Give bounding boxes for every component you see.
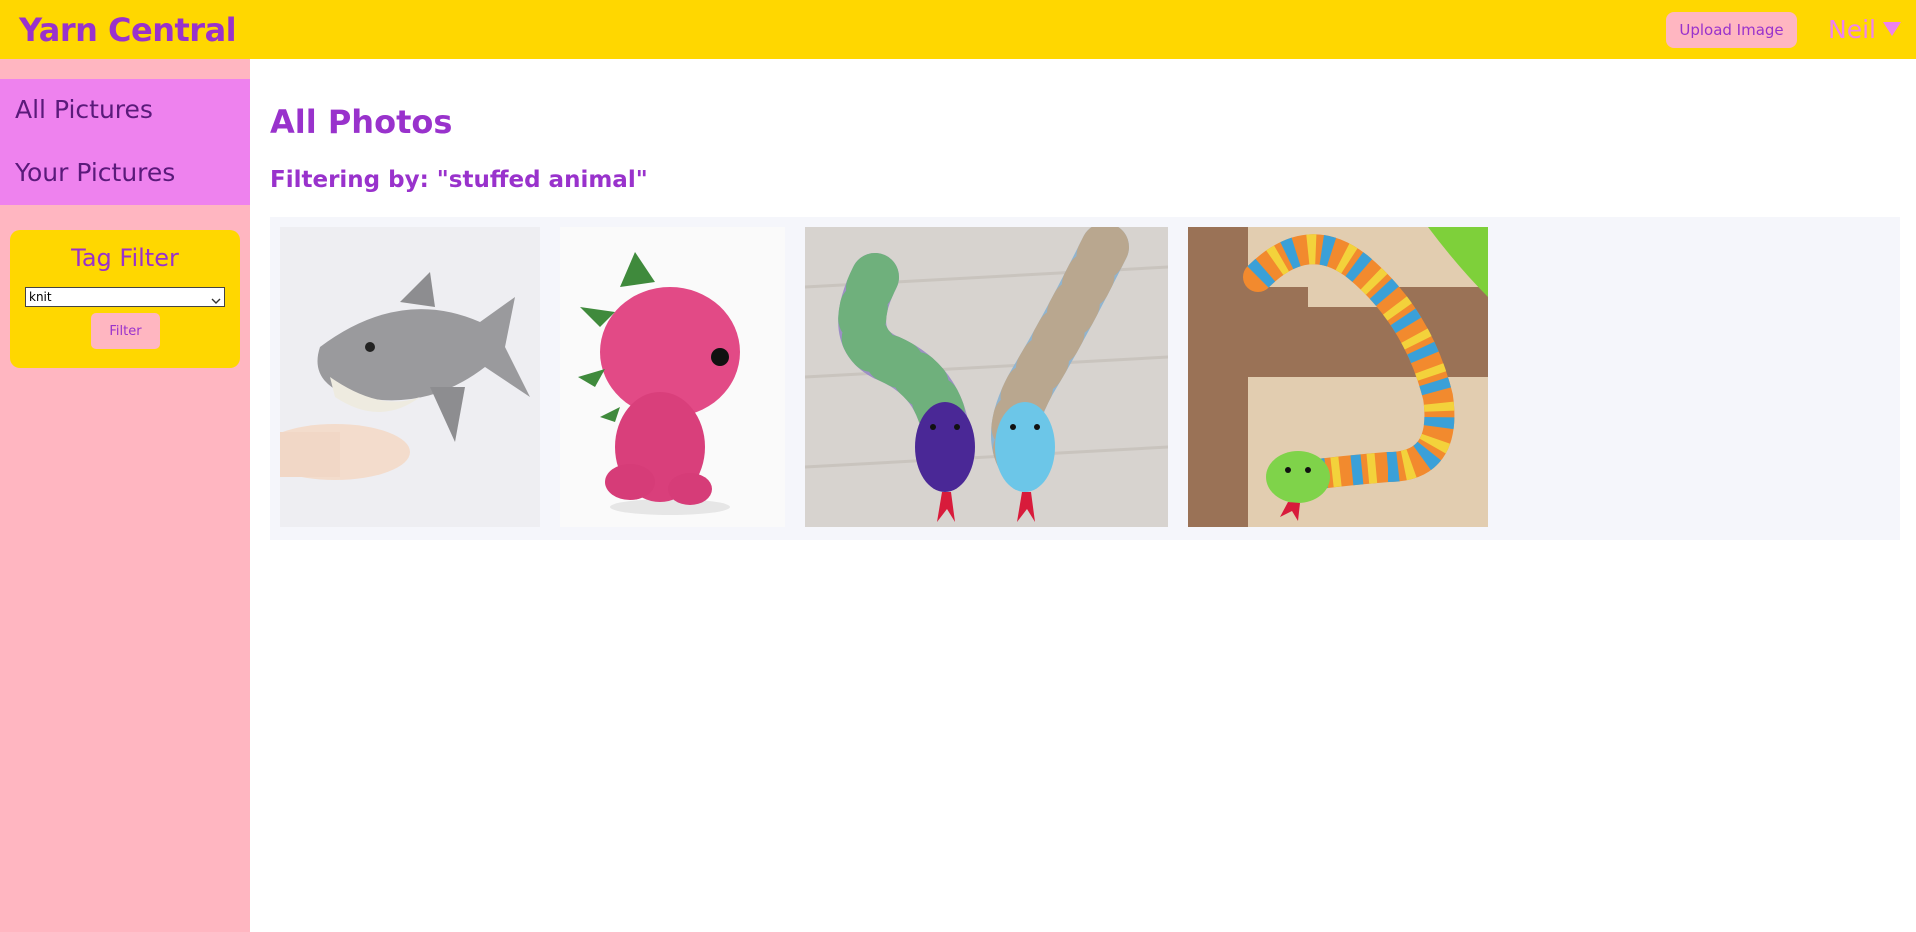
filter-status: Filtering by: "stuffed animal"	[270, 167, 648, 193]
page-title: All Photos	[270, 103, 453, 141]
tag-select[interactable]: knit	[25, 287, 225, 307]
tag-filter-panel: Tag Filter knit Filter	[10, 230, 240, 368]
user-name: Neil	[1828, 14, 1876, 44]
top-bar: Yarn Central Upload Image Neil	[0, 0, 1916, 59]
rainbow-snake-image	[1188, 227, 1488, 527]
photo-pink-dinosaur[interactable]	[560, 227, 785, 527]
caret-down-icon	[1882, 21, 1902, 37]
chevron-down-icon	[211, 292, 221, 310]
upload-image-button[interactable]: Upload Image	[1666, 12, 1797, 48]
dinosaur-image	[560, 227, 785, 527]
tag-filter-title: Tag Filter	[71, 244, 179, 272]
photo-rainbow-snake[interactable]	[1188, 227, 1488, 527]
sidebar-item-your-pictures[interactable]: Your Pictures	[15, 158, 175, 187]
sidebar-item-all-pictures[interactable]: All Pictures	[15, 95, 153, 124]
tag-select-value: knit	[29, 290, 52, 304]
user-menu[interactable]: Neil	[1828, 14, 1902, 44]
snakes-image	[805, 227, 1168, 527]
filter-button[interactable]: Filter	[91, 313, 160, 349]
sidebar: All Pictures Your Pictures Tag Filter kn…	[0, 59, 250, 932]
brand-logo[interactable]: Yarn Central	[19, 11, 237, 49]
photo-two-snakes[interactable]	[805, 227, 1168, 527]
photo-gallery	[270, 217, 1900, 540]
photo-shark[interactable]	[280, 227, 540, 527]
shark-image	[280, 227, 540, 527]
sidebar-nav: All Pictures Your Pictures	[0, 79, 250, 205]
